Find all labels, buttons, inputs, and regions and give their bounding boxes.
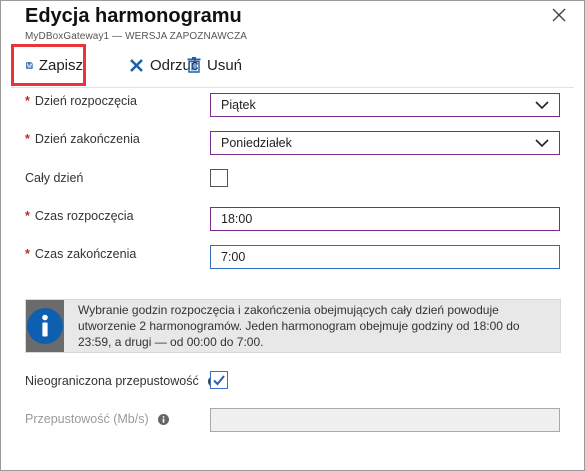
info-message: Wybranie godzin rozpoczęcia i zakończeni… [25,299,561,353]
start-time-label: * Czas rozpoczęcia [25,209,134,223]
unlimited-bandwidth-label-text: Nieograniczona przepustowość [25,374,199,388]
bandwidth-label-text: Przepustowość (Mb/s) [25,412,149,426]
start-time-input[interactable]: 18:00 [210,207,560,231]
checkmark-icon [213,375,225,386]
save-label: Zapisz [38,56,83,74]
page-subtitle: MyDBoxGateway1 — WERSJA ZAPOZNAWCZA [25,31,248,42]
bandwidth-label: Przepustowość (Mb/s) [25,412,170,426]
close-button[interactable] [549,5,569,25]
info-text: Wybranie godzin rozpoczęcia i zakończeni… [78,303,520,349]
end-time-value: 7:00 [221,250,246,264]
end-day-label-text: Dzień zakończenia [34,132,140,146]
info-icon-tile [26,300,64,352]
required-marker: * [25,132,30,146]
required-marker: * [25,247,30,261]
floppy-disk-icon [26,61,33,69]
end-day-value: Poniedziałek [221,136,292,150]
edit-schedule-panel: Edycja harmonogramu MyDBoxGateway1 — WER… [0,0,585,471]
delete-label: Usuń [207,56,243,74]
end-day-select[interactable]: Poniedziałek [210,131,560,155]
required-marker: * [25,209,30,223]
end-time-label: * Czas zakończenia [25,247,136,261]
x-icon [130,58,143,72]
start-day-label: * Dzień rozpoczęcia [25,94,137,108]
start-day-value: Piątek [221,98,256,112]
chevron-down-icon [535,101,549,110]
info-icon[interactable] [158,414,170,425]
required-marker: * [25,94,30,108]
all-day-checkbox[interactable] [210,169,228,187]
start-day-select[interactable]: Piątek [210,93,560,117]
end-day-label: * Dzień zakończenia [25,132,140,146]
end-time-label-text: Czas zakończenia [34,247,137,261]
trash-icon [187,57,201,73]
toolbar-divider [11,87,574,88]
info-icon [27,308,63,344]
save-button[interactable]: Zapisz [11,44,86,86]
page-title: Edycja harmonogramu [25,5,242,27]
unlimited-bandwidth-checkbox[interactable] [210,371,228,389]
start-day-label-text: Dzień rozpoczęcia [34,94,138,108]
chevron-down-icon [535,139,549,148]
bandwidth-input[interactable] [210,408,560,432]
delete-button[interactable]: Usuń [187,44,242,86]
end-time-input[interactable]: 7:00 [210,245,560,269]
command-bar: Zapisz Odrzuć Usuń [11,44,584,86]
all-day-label: Cały dzień [25,171,84,185]
start-time-value: 18:00 [221,212,253,226]
unlimited-bandwidth-label: Nieograniczona przepustowość [25,374,220,388]
close-icon [552,8,566,22]
start-time-label-text: Czas rozpoczęcia [34,209,134,223]
